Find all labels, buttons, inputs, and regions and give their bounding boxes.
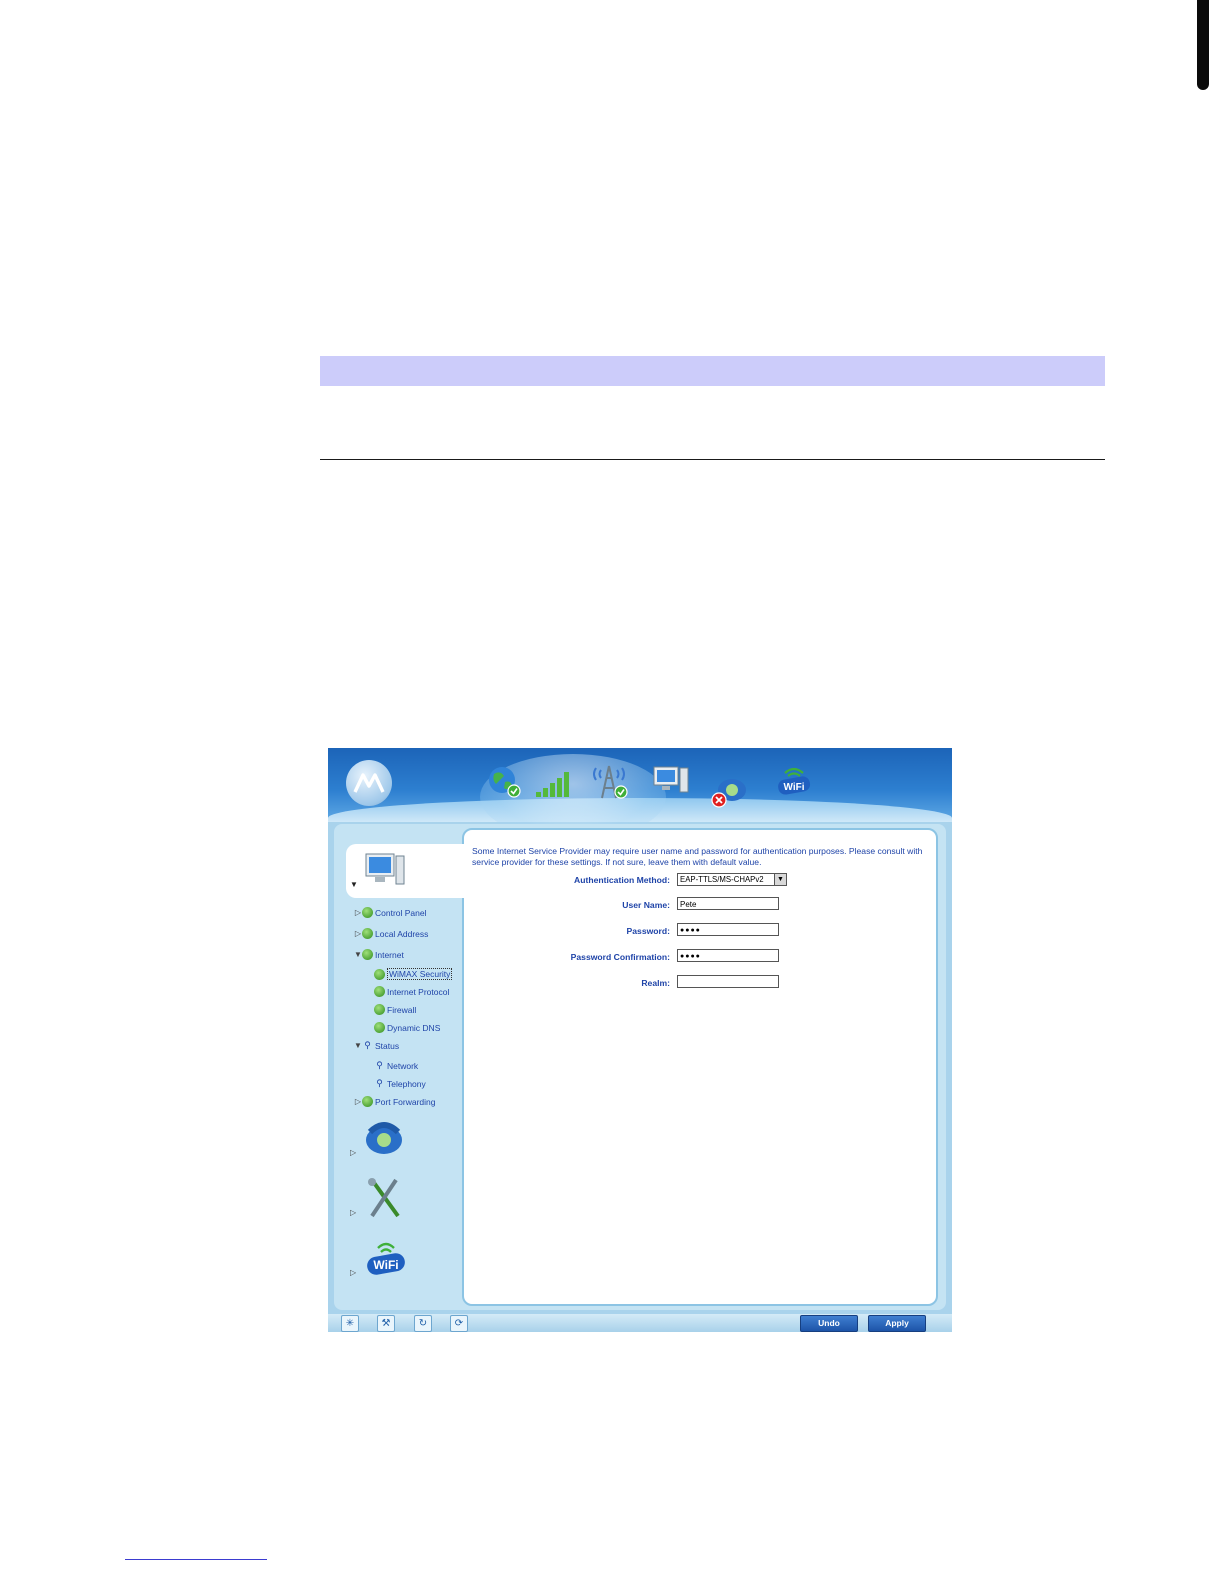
nav-label: Control Panel [375,907,427,918]
tools-icon[interactable]: ⚒ [377,1315,395,1332]
apply-button[interactable]: Apply [868,1315,926,1332]
nav-label: Local Address [375,928,429,939]
expanded-arrow-icon: ▼ [354,1041,362,1050]
realm-label: Realm: [641,978,670,988]
password-confirm-label: Password Confirmation: [570,952,670,962]
gear-icon [374,986,385,997]
expanded-arrow-icon: ▼ [354,950,362,959]
motorola-logo-icon [346,760,392,806]
collapsed-arrow-icon: ▷ [354,908,362,917]
wifi-section-icon[interactable]: WiFi [364,1238,408,1283]
nav-label: Firewall [387,1004,417,1015]
tower-icon[interactable] [588,758,632,802]
tools-section-icon[interactable] [364,1176,404,1225]
gear-icon [374,968,385,980]
gear-icon [362,949,373,960]
nav-telephony[interactable]: ⚲ Telephony [374,1078,426,1089]
reboot-icon[interactable]: ⟳ [450,1315,468,1332]
gear-icon [374,1022,385,1033]
nav-local-address[interactable]: ▷ Local Address [354,928,428,939]
collapsed-arrow-icon[interactable]: ▷ [350,1208,356,1217]
gear-icon [362,928,373,939]
refresh-sparkle-icon[interactable]: ✳ [341,1315,359,1332]
nav-control-panel[interactable]: ▷ Control Panel [354,907,427,918]
signal-bars-icon[interactable] [534,768,576,798]
undo-button[interactable]: Undo [800,1315,858,1332]
telephone-section-icon[interactable] [362,1118,406,1163]
router-ui-screenshot: WiFi ▼ Some Internet Service Provider ma… [328,748,952,1332]
nav-port-forwarding[interactable]: ▷ Port Forwarding [354,1096,435,1107]
collapsed-arrow-icon[interactable]: ▷ [350,1148,356,1157]
collapsed-arrow-icon[interactable]: ▷ [350,1268,356,1277]
gear-icon [362,907,373,918]
computer-icon[interactable] [652,764,690,796]
password-confirm-input[interactable]: ●●●● [677,949,779,962]
nav-label: WiMAX Security [387,968,453,980]
username-input[interactable]: Pete [677,897,779,910]
reload-icon[interactable]: ↻ [414,1315,432,1332]
nav-label: Internet [375,949,404,960]
nav-label: Dynamic DNS [387,1022,441,1033]
status-search-icon: ⚲ [364,1040,371,1050]
wifi-logo-text: WiFi [783,782,804,793]
page-edge-tab [1197,0,1209,90]
auth-method-select[interactable]: EAP-TTLS/MS-CHAPv2 ▼ [677,873,787,886]
nav-internet-protocol[interactable]: Internet Protocol [374,986,449,997]
gear-icon [362,1096,373,1107]
nav-network[interactable]: ⚲ Network [374,1060,418,1071]
gear-icon [374,1004,385,1015]
section-expanded-arrow-icon[interactable]: ▼ [350,880,358,889]
divider-rule [320,459,1105,460]
nav-label: Internet Protocol [387,986,450,997]
collapsed-arrow-icon: ▷ [354,929,362,938]
realm-input[interactable] [677,975,779,988]
computer-section-icon [364,850,406,895]
nav-firewall[interactable]: Firewall [374,1004,416,1015]
nav-label: Network [387,1060,419,1071]
nav-label: Port Forwarding [375,1096,436,1107]
settings-description: Some Internet Service Provider may requi… [472,846,923,867]
nav-internet[interactable]: ▼ Internet [354,949,404,960]
password-input[interactable]: ●●●● [677,923,779,936]
status-search-icon: ⚲ [376,1060,383,1070]
nav-label: Telephony [387,1078,426,1089]
globe-icon[interactable] [486,764,522,798]
nav-status[interactable]: ▼ ⚲ Status [354,1040,399,1051]
wifi-icon[interactable]: WiFi [776,764,812,796]
wifi-logo-text: WiFi [373,1258,398,1272]
dropdown-arrow-icon[interactable]: ▼ [774,874,786,885]
auth-method-label: Authentication Method: [574,875,670,885]
footer-link-underline [125,1559,267,1560]
collapsed-arrow-icon: ▷ [354,1097,362,1106]
nav-dynamic-dns[interactable]: Dynamic DNS [374,1022,440,1033]
status-search-icon: ⚲ [376,1078,383,1088]
password-label: Password: [626,926,670,936]
note-band [320,356,1105,386]
nav-label: Status [375,1040,400,1051]
auth-method-value: EAP-TTLS/MS-CHAPv2 [680,875,764,884]
nav-wimax-security[interactable]: WiMAX Security [374,968,453,980]
sidebar-section-header[interactable]: ▼ [346,844,464,898]
username-label: User Name: [622,900,670,910]
telephone-icon[interactable] [710,774,750,810]
